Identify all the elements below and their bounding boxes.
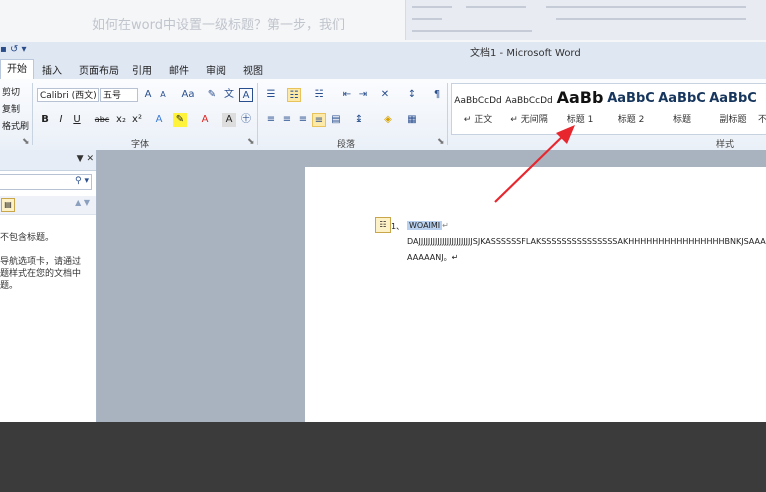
body-line-1[interactable]: DAJJJJJJJJJJJJJJJJJJJJJJJSJKASSSSSSFLAKS… bbox=[407, 237, 766, 246]
show-marks-icon[interactable]: ¶ bbox=[430, 88, 444, 102]
font-size-combo[interactable]: 五号 bbox=[100, 88, 138, 102]
borders-icon[interactable]: ▦ bbox=[405, 113, 419, 127]
justify-icon[interactable]: ≡ bbox=[312, 113, 326, 127]
nav-pane-close-icon[interactable]: ▼ ✕ bbox=[77, 154, 94, 164]
decrease-indent-icon[interactable]: ⇤ bbox=[340, 88, 354, 102]
font-color-icon[interactable]: A bbox=[198, 113, 212, 127]
multilevel-list-icon[interactable]: ☵ bbox=[312, 88, 326, 102]
phonetic-guide-icon[interactable]: 文 bbox=[222, 88, 236, 102]
tab-mailings[interactable]: 邮件 bbox=[169, 62, 189, 77]
navigation-pane-header: ▼ ✕ bbox=[0, 150, 96, 171]
style-subtitle[interactable]: AaBbC 副标题 bbox=[708, 84, 758, 132]
ribbon-tabs: 开始 插入 页面布局 引用 邮件 审阅 视图 bbox=[0, 59, 766, 80]
paste-options-icon[interactable]: ☷ bbox=[375, 217, 391, 233]
change-case-icon[interactable]: Aa bbox=[178, 88, 198, 102]
article-title: 如何在word中设置一级标题？第一步，我们 bbox=[92, 18, 345, 33]
bold-icon[interactable]: B bbox=[38, 113, 52, 127]
clipboard-launcher-icon[interactable]: ⬊ bbox=[22, 137, 30, 147]
font-group-label: 字体 bbox=[131, 140, 150, 150]
nav-no-headings-message: 不包含标题。 bbox=[0, 233, 55, 243]
character-shading-icon[interactable]: A bbox=[222, 113, 236, 127]
style-heading-1[interactable]: AaBb 标题 1 bbox=[555, 84, 605, 132]
strikethrough-icon[interactable]: abc bbox=[94, 113, 110, 127]
style-title[interactable]: AaBbC 标题 bbox=[657, 84, 707, 132]
style-heading-2[interactable]: AaBbC 标题 2 bbox=[606, 84, 656, 132]
line-spacing-icon[interactable]: ↨ bbox=[352, 113, 366, 127]
window-titlebar: ▪ ↺ ▾ 文档1 - Microsoft Word bbox=[0, 42, 766, 60]
article-thumbnail bbox=[405, 0, 766, 40]
ribbon: 剪切 复制 格式刷 ⬊ Calibri (西文) 五号 A A Aa ✎ 文 A… bbox=[0, 79, 766, 151]
tab-view[interactable]: 视图 bbox=[243, 62, 263, 77]
style-normal[interactable]: AaBbCcDd ↵ 正文 bbox=[453, 84, 503, 132]
quick-access-toolbar[interactable]: ▪ ↺ ▾ bbox=[0, 44, 27, 55]
font-family-combo[interactable]: Calibri (西文) bbox=[37, 88, 99, 102]
cut-button[interactable]: 剪切 bbox=[2, 85, 20, 98]
browse-headings-icon[interactable]: ▤ bbox=[1, 198, 15, 212]
bullets-icon[interactable]: ☰ bbox=[264, 88, 278, 102]
align-left-icon[interactable]: ≡ bbox=[264, 113, 278, 127]
style-no-spacing[interactable]: AaBbCcDd ↵ 无间隔 bbox=[504, 84, 554, 132]
pilcrow-mark: ↵ bbox=[442, 221, 449, 230]
style-more[interactable]: 不 bbox=[758, 84, 766, 132]
grow-font-icon[interactable]: A bbox=[141, 88, 155, 102]
copy-button[interactable]: 复制 bbox=[2, 102, 20, 115]
subscript-icon[interactable]: x₂ bbox=[114, 113, 128, 127]
italic-icon[interactable]: I bbox=[54, 113, 68, 127]
paragraph-launcher-icon[interactable]: ⬊ bbox=[437, 137, 445, 147]
tab-insert[interactable]: 插入 bbox=[42, 62, 62, 77]
shrink-font-icon[interactable]: A bbox=[156, 88, 170, 102]
highlight-icon[interactable]: ✎ bbox=[173, 113, 187, 127]
nav-view-tabs: ▤ ▲ ▼ bbox=[0, 196, 96, 215]
enclose-characters-icon[interactable]: ㊉ bbox=[239, 113, 253, 127]
styles-group-label: 样式 bbox=[716, 140, 735, 150]
increase-indent-icon[interactable]: ⇥ bbox=[356, 88, 370, 102]
list-number: 1、 bbox=[391, 222, 405, 231]
numbering-icon[interactable]: ☷ bbox=[287, 88, 301, 102]
text-effects-icon[interactable]: A bbox=[152, 113, 166, 127]
underline-icon[interactable]: U bbox=[70, 113, 84, 127]
nav-search-input[interactable]: ⚲ ▾ bbox=[0, 174, 92, 190]
paragraph-group-label: 段落 bbox=[337, 140, 356, 150]
background-article-header: 如何在word中设置一级标题？第一步，我们 bbox=[0, 0, 766, 42]
tab-home[interactable]: 开始 bbox=[0, 59, 34, 80]
align-right-icon[interactable]: ≡ bbox=[296, 113, 310, 127]
heading-text[interactable]: WOAIMI ↵ bbox=[407, 221, 449, 230]
bottom-background bbox=[0, 422, 766, 492]
font-launcher-icon[interactable]: ⬊ bbox=[247, 137, 255, 147]
format-painter-button[interactable]: 格式刷 bbox=[2, 119, 29, 132]
tab-review[interactable]: 审阅 bbox=[206, 62, 226, 77]
sort-icon[interactable]: ↕ bbox=[405, 88, 419, 102]
body-line-2[interactable]: AAAAANJ。↵ bbox=[407, 252, 458, 263]
tab-references[interactable]: 引用 bbox=[132, 62, 152, 77]
tab-page-layout[interactable]: 页面布局 bbox=[79, 62, 119, 77]
character-border-icon[interactable]: A bbox=[239, 88, 253, 102]
selected-heading[interactable]: WOAIMI bbox=[407, 221, 443, 230]
chinese-layout-icon[interactable]: ✕ bbox=[378, 88, 392, 102]
document-area[interactable]: ☷ 1、 WOAIMI ↵ DAJJJJJJJJJJJJJJJJJJJJJJJSJ… bbox=[97, 150, 766, 422]
superscript-icon[interactable]: x² bbox=[130, 113, 144, 127]
shading-icon[interactable]: ◈ bbox=[381, 113, 395, 127]
navigation-pane: ▼ ✕ ⚲ ▾ ▤ ▲ ▼ 不包含标题。 导航选项卡，请通过 题样式在您的文档中… bbox=[0, 150, 97, 422]
nav-hint-line-3: 题。 bbox=[0, 281, 19, 291]
window-title: 文档1 - Microsoft Word bbox=[470, 48, 581, 59]
styles-gallery: AaBbCcDd ↵ 正文 AaBbCcDd ↵ 无间隔 AaBb 标题 1 A… bbox=[451, 83, 766, 135]
align-center-icon[interactable]: ≡ bbox=[280, 113, 294, 127]
distributed-icon[interactable]: ▤ bbox=[329, 113, 343, 127]
document-page[interactable]: ☷ 1、 WOAIMI ↵ DAJJJJJJJJJJJJJJJJJJJJJJJSJ… bbox=[305, 167, 766, 422]
nav-prev-next-icon[interactable]: ▲ ▼ bbox=[75, 198, 90, 207]
search-icon[interactable]: ⚲ ▾ bbox=[75, 176, 89, 186]
clear-format-icon[interactable]: ✎ bbox=[205, 88, 219, 102]
